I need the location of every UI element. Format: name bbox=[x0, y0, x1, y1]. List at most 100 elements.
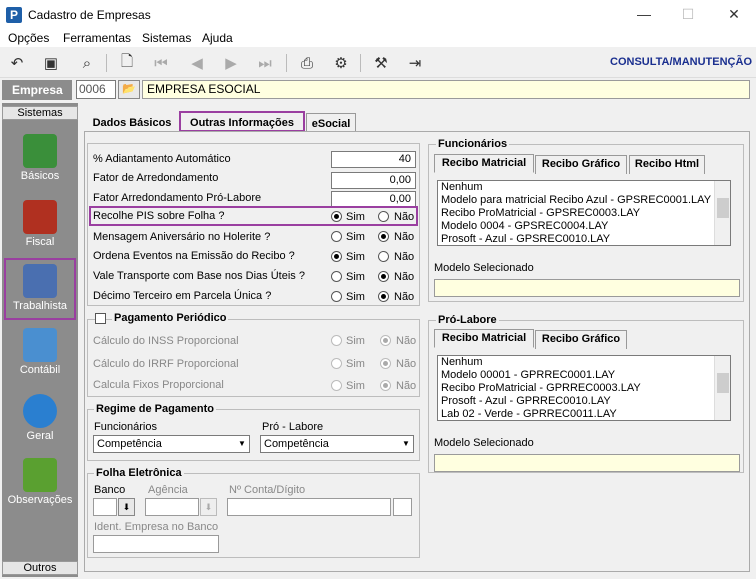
radio-nao[interactable] bbox=[378, 211, 389, 222]
radio-nao[interactable] bbox=[380, 335, 391, 346]
sidebar-item-geral[interactable]: Geral bbox=[4, 390, 76, 452]
radio-label: Sim bbox=[346, 271, 365, 283]
funcionarios-modelo-label: Modelo Selecionado bbox=[434, 262, 534, 274]
print-icon[interactable]: ⎙ bbox=[296, 52, 318, 74]
exit-icon[interactable]: ⇥ bbox=[404, 52, 426, 74]
banco-input[interactable] bbox=[93, 498, 117, 516]
list-item[interactable]: Lab 02 - Verde - GPRREC0011.LAY bbox=[441, 408, 730, 420]
last-record-icon[interactable]: ⏭ bbox=[254, 52, 276, 74]
sidebar-header-outros[interactable]: Outros bbox=[2, 561, 78, 575]
tab-outras-informacoes[interactable]: Outras Informações bbox=[179, 111, 305, 132]
empresa-label: Empresa bbox=[2, 80, 72, 100]
sidebar-header-sistemas[interactable]: Sistemas bbox=[2, 106, 78, 120]
agencia-lookup-icon[interactable]: ⬇ bbox=[200, 498, 217, 516]
regime-prolabore-select[interactable]: Competência ▼ bbox=[260, 435, 414, 453]
conta-input[interactable] bbox=[227, 498, 391, 516]
list-item[interactable]: Prosoft - Azul - GPSREC0010.LAY bbox=[441, 233, 730, 245]
list-item[interactable]: Prosoft - Azul - GPRREC0010.LAY bbox=[441, 395, 730, 408]
radio-sim[interactable] bbox=[331, 291, 342, 302]
digito-input[interactable] bbox=[393, 498, 412, 516]
list-item[interactable]: Modelo para matricial Recibo Azul - GPSR… bbox=[441, 194, 730, 207]
func-tab-matricial[interactable]: Recibo Matricial bbox=[434, 154, 534, 173]
radio-label: Sim bbox=[346, 380, 365, 392]
question-label: Vale Transporte com Base nos Dias Úteis … bbox=[93, 270, 305, 282]
regime-prolabore-label: Pró - Labore bbox=[262, 421, 324, 433]
adiantamento-input[interactable]: 40 bbox=[331, 151, 416, 168]
window-title: Cadastro de Empresas bbox=[28, 8, 151, 22]
empresa-code-field[interactable]: 0006 bbox=[76, 80, 116, 99]
pl-tab-matricial[interactable]: Recibo Matricial bbox=[434, 329, 534, 348]
regime-funcionarios-select[interactable]: Competência ▼ bbox=[93, 435, 250, 453]
question-label: Décimo Terceiro em Parcela Única ? bbox=[93, 290, 272, 302]
list-item[interactable]: Nenhum bbox=[441, 181, 730, 194]
func-tab-html[interactable]: Recibo Html bbox=[629, 155, 705, 174]
folder-open-icon[interactable]: 📂 bbox=[118, 80, 140, 99]
radio-label: Não bbox=[394, 291, 415, 303]
radio-nao[interactable] bbox=[378, 291, 389, 302]
radio-nao[interactable] bbox=[380, 358, 391, 369]
radio-label: Não bbox=[396, 358, 417, 370]
funcionarios-title: Funcionários bbox=[436, 138, 510, 150]
radio-sim[interactable] bbox=[331, 380, 342, 391]
maximize-button[interactable]: ☐ bbox=[678, 6, 698, 23]
undo-icon[interactable]: ↶ bbox=[6, 52, 28, 74]
radio-sim[interactable] bbox=[331, 358, 342, 369]
radio-label: Sim bbox=[346, 251, 365, 263]
regime-funcionarios-value: Competência bbox=[97, 438, 162, 450]
prolabore-list[interactable]: Nenhum Modelo 00001 - GPRREC0001.LAY Rec… bbox=[437, 355, 731, 421]
list-item[interactable]: Modelo 00001 - GPRREC0001.LAY bbox=[441, 369, 730, 382]
radio-nao[interactable] bbox=[380, 380, 391, 391]
agencia-input[interactable] bbox=[145, 498, 199, 516]
banco-lookup-icon[interactable]: ⬇ bbox=[118, 498, 135, 516]
prolabore-modelo-label: Modelo Selecionado bbox=[434, 437, 534, 449]
scrollbar[interactable] bbox=[714, 356, 730, 420]
menu-sistemas[interactable]: Sistemas bbox=[142, 31, 191, 45]
list-item[interactable]: Recibo ProMatricial - GPRREC0003.LAY bbox=[441, 382, 730, 395]
menu-ferramentas[interactable]: Ferramentas bbox=[63, 31, 131, 45]
minimize-button[interactable]: — bbox=[634, 6, 654, 22]
radio-sim[interactable] bbox=[331, 335, 342, 346]
sidebar-item-label: Observações bbox=[7, 494, 73, 506]
chevron-down-icon: ▼ bbox=[402, 439, 410, 448]
arredondamento-input[interactable]: 0,00 bbox=[331, 172, 416, 189]
tools-icon[interactable]: ⚒ bbox=[370, 52, 392, 74]
menu-ajuda[interactable]: Ajuda bbox=[202, 31, 233, 45]
func-tab-grafico[interactable]: Recibo Gráfico bbox=[535, 155, 627, 174]
pagamento-periodico-checkbox[interactable] bbox=[95, 313, 106, 324]
sidebar-item-contabil[interactable]: Contábil bbox=[4, 324, 76, 386]
basicos-icon bbox=[23, 134, 57, 168]
pl-tab-grafico[interactable]: Recibo Gráfico bbox=[535, 330, 627, 349]
search-icon[interactable]: ⌕ bbox=[76, 52, 98, 74]
sidebar-item-label: Contábil bbox=[19, 364, 61, 376]
sidebar-item-observacoes[interactable]: Observações bbox=[4, 454, 76, 516]
radio-nao[interactable] bbox=[378, 251, 389, 262]
sidebar-item-trabalhista[interactable]: Trabalhista bbox=[4, 258, 76, 320]
radio-nao[interactable] bbox=[378, 231, 389, 242]
list-item[interactable]: Nenhum bbox=[441, 356, 730, 369]
contabil-icon bbox=[23, 328, 57, 362]
sidebar-item-fiscal[interactable]: Fiscal bbox=[4, 196, 76, 258]
preview-icon[interactable]: 🗋 bbox=[116, 52, 138, 74]
previous-record-icon[interactable]: ◀ bbox=[186, 52, 208, 74]
radio-nao[interactable] bbox=[378, 271, 389, 282]
menu-bar: Opções Ferramentas Sistemas Ajuda bbox=[0, 29, 756, 47]
print-setup-icon[interactable]: ⚙ bbox=[330, 52, 352, 74]
radio-sim[interactable] bbox=[331, 211, 342, 222]
radio-sim[interactable] bbox=[331, 251, 342, 262]
radio-sim[interactable] bbox=[331, 271, 342, 282]
list-item[interactable]: Recibo ProMatricial - GPSREC0003.LAY bbox=[441, 207, 730, 220]
sidebar-item-basicos[interactable]: Básicos bbox=[4, 130, 76, 192]
funcionarios-list[interactable]: Nenhum Modelo para matricial Recibo Azul… bbox=[437, 180, 731, 246]
radio-sim[interactable] bbox=[331, 231, 342, 242]
close-button[interactable]: ✕ bbox=[724, 6, 744, 23]
radio-label: Sim bbox=[346, 231, 365, 243]
radio-label: Não bbox=[394, 251, 415, 263]
ident-input[interactable] bbox=[93, 535, 219, 553]
save-icon[interactable]: ▣ bbox=[40, 52, 62, 74]
next-record-icon[interactable]: ▶ bbox=[220, 52, 242, 74]
menu-opcoes[interactable]: Opções bbox=[8, 31, 49, 45]
question-label: Mensagem Aniversário no Holerite ? bbox=[93, 231, 271, 243]
first-record-icon[interactable]: ⏮ bbox=[150, 52, 172, 74]
scrollbar[interactable] bbox=[714, 181, 730, 245]
list-item[interactable]: Modelo 0004 - GPSREC0004.LAY bbox=[441, 220, 730, 233]
